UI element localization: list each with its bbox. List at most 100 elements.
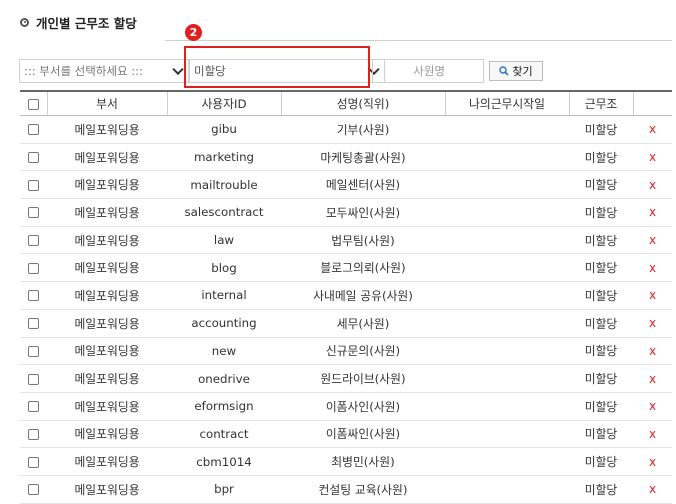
delete-button[interactable]: x (649, 372, 656, 386)
cell-name-position: 컨설팅 교육(사원) (281, 475, 445, 504)
row-select-cell (20, 226, 47, 255)
table-row: 메일포워딩용 law 법무팀(사원) 미할당 x (20, 226, 672, 255)
delete-button[interactable]: x (649, 178, 656, 192)
delete-cell: x (633, 115, 672, 144)
cell-name-position: 블로그의뢰(사원) (281, 253, 445, 283)
cell-department: 메일포워딩용 (47, 253, 167, 283)
row-select-cell (20, 253, 47, 283)
cell-name-position: 이폼싸인(사원) (281, 420, 445, 449)
row-checkbox[interactable] (28, 262, 39, 274)
cell-department: 메일포워딩용 (47, 447, 167, 476)
cell-start-date (445, 198, 569, 227)
select-all-checkbox[interactable] (27, 98, 39, 110)
delete-cell: x (633, 475, 672, 504)
cell-name-position: 이폼사인(사원) (281, 392, 445, 421)
row-checkbox[interactable] (28, 207, 39, 219)
cell-start-date (445, 475, 569, 504)
department-select-value: ::: 부서를 선택하세요 ::: (24, 64, 143, 78)
delete-button[interactable]: x (649, 482, 656, 496)
row-select-cell (20, 337, 47, 366)
title-divider (165, 40, 672, 41)
cell-start-date (445, 447, 569, 476)
cell-name-position: 기부(사원) (281, 115, 445, 144)
find-button-label: 찾기 (512, 65, 533, 78)
cell-shift: 미할당 (569, 226, 633, 255)
employee-name-placeholder: 사원명 (413, 64, 445, 78)
delete-button[interactable]: x (649, 288, 656, 302)
header-shift: 근무조 (568, 90, 633, 116)
cell-name-position: 법무팀(사원) (281, 226, 445, 255)
select-all-header (20, 90, 47, 116)
cell-user-id: gibu (167, 115, 281, 144)
delete-button[interactable]: x (649, 455, 656, 469)
row-checkbox[interactable] (28, 484, 39, 496)
delete-cell: x (633, 170, 672, 200)
delete-button[interactable]: x (649, 122, 656, 136)
cell-department: 메일포워딩용 (47, 198, 167, 227)
delete-button[interactable]: x (649, 316, 656, 330)
row-checkbox[interactable] (28, 456, 39, 468)
cell-name-position: 최병민(사원) (281, 447, 445, 476)
row-checkbox[interactable] (28, 290, 39, 302)
delete-cell: x (633, 226, 672, 255)
cell-department: 메일포워딩용 (47, 364, 167, 393)
row-checkbox[interactable] (28, 428, 39, 440)
highlight-annotation-box (184, 46, 370, 88)
row-checkbox[interactable] (28, 124, 39, 136)
delete-button[interactable]: x (649, 205, 656, 219)
row-select-cell (20, 309, 47, 338)
cell-shift: 미할당 (569, 309, 633, 338)
row-checkbox[interactable] (28, 318, 39, 330)
row-checkbox[interactable] (28, 179, 39, 191)
cell-start-date (445, 143, 569, 172)
cell-department: 메일포워딩용 (47, 392, 167, 421)
employee-name-input[interactable]: 사원명 (372, 59, 484, 83)
delete-button[interactable]: x (649, 344, 656, 358)
table-row: 메일포워딩용 internal 사내메일 공유(사원) 미할당 x (20, 281, 672, 310)
cell-user-id: marketing (167, 143, 281, 172)
chevron-down-icon (172, 63, 184, 76)
cell-start-date (445, 281, 569, 310)
row-select-cell (20, 143, 47, 172)
cell-start-date (445, 337, 569, 366)
delete-cell: x (633, 364, 672, 393)
cell-user-id: onedrive (167, 364, 281, 393)
cell-user-id: mailtrouble (167, 170, 281, 200)
delete-cell: x (633, 392, 672, 421)
table-row: 메일포워딩용 marketing 마케팅총괄(사원) 미할당 x (20, 143, 672, 172)
cell-name-position: 세무(사원) (281, 309, 445, 338)
cell-shift: 미할당 (569, 447, 633, 476)
delete-button[interactable]: x (649, 399, 656, 413)
table-row: 메일포워딩용 cbm1014 최병민(사원) 미할당 x (20, 447, 672, 476)
row-checkbox[interactable] (28, 373, 39, 385)
row-checkbox[interactable] (28, 235, 39, 247)
row-checkbox[interactable] (28, 401, 39, 413)
table-row: 메일포워딩용 salescontract 모두싸인(사원) 미할당 x (20, 198, 672, 227)
table-row: 메일포워딩용 contract 이폼싸인(사원) 미할당 x (20, 420, 672, 449)
cell-user-id: cbm1014 (167, 447, 281, 476)
row-checkbox[interactable] (28, 152, 39, 164)
cell-department: 메일포워딩용 (47, 170, 167, 200)
delete-cell: x (633, 447, 672, 476)
cell-department: 메일포워딩용 (47, 281, 167, 310)
row-select-cell (20, 364, 47, 393)
delete-button[interactable]: x (649, 150, 656, 164)
delete-button[interactable]: x (649, 233, 656, 247)
cell-name-position: 메일센터(사원) (281, 170, 445, 200)
section-title-text: 개인별 근무조 할당 (36, 15, 137, 31)
header-actions (632, 90, 672, 116)
cell-user-id: law (167, 226, 281, 255)
delete-button[interactable]: x (649, 427, 656, 441)
cell-start-date (445, 115, 569, 144)
row-select-cell (20, 475, 47, 504)
delete-cell: x (633, 143, 672, 172)
row-checkbox[interactable] (28, 345, 39, 357)
table-row: 메일포워딩용 blog 블로그의뢰(사원) 미할당 x (20, 253, 672, 283)
department-select[interactable]: ::: 부서를 선택하세요 ::: (19, 59, 189, 83)
delete-button[interactable]: x (649, 261, 656, 275)
employee-shift-table: 부서 사용자ID 성명(직위) 나의근무시작일 근무조 메일포워딩용 gibu 기부… (20, 90, 672, 504)
cell-shift: 미할당 (569, 143, 633, 172)
header-user-id: 사용자ID (166, 90, 281, 116)
find-button[interactable]: 찾기 (489, 61, 543, 81)
cell-name-position: 신규문의(사원) (281, 337, 445, 366)
